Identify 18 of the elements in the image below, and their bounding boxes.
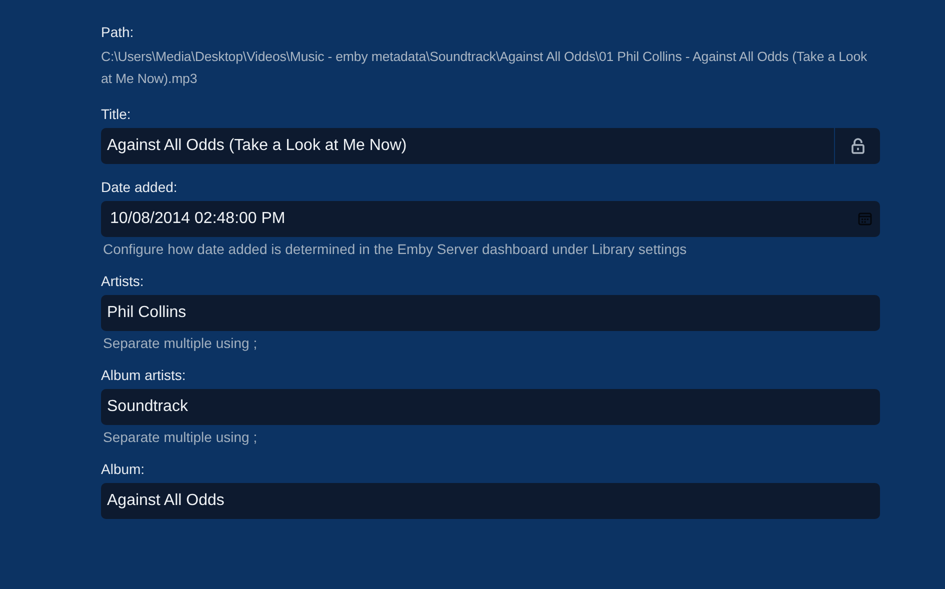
field-label: Title: bbox=[101, 105, 132, 123]
field-hint: Separate multiple using ; bbox=[103, 428, 258, 446]
lock-button[interactable] bbox=[835, 128, 880, 164]
field-label: Date added: bbox=[101, 178, 178, 196]
lock-icon bbox=[850, 138, 864, 154]
field-hint: Separate multiple using ; bbox=[103, 334, 258, 352]
file-path: C:\Users\Media\Desktop\Videos\Music - emby metadata\Soundtrack\Against All Odds\01 Phil Collins - Against All Odds (Take a Look at Me Now).mp3 bbox=[101, 48, 868, 88]
field-label: Album: bbox=[101, 460, 146, 478]
title-input[interactable]: Against All Odds (Take a Look at Me Now) bbox=[101, 128, 834, 164]
text-input[interactable]: Phil Collins bbox=[101, 295, 880, 331]
field-label: Artists: bbox=[101, 272, 145, 290]
path-label: Path: bbox=[101, 23, 135, 41]
calendar-icon bbox=[858, 212, 872, 226]
field-hint: Configure how date added is determined in the Emby Server dashboard under Library settings bbox=[103, 240, 688, 258]
text-input[interactable]: Soundtrack bbox=[101, 389, 880, 425]
date-input[interactable]: 10/08/2014 02:48:00 PM bbox=[101, 201, 880, 237]
field-label: Album artists: bbox=[101, 366, 187, 384]
text-input[interactable]: Against All Odds bbox=[101, 483, 880, 519]
